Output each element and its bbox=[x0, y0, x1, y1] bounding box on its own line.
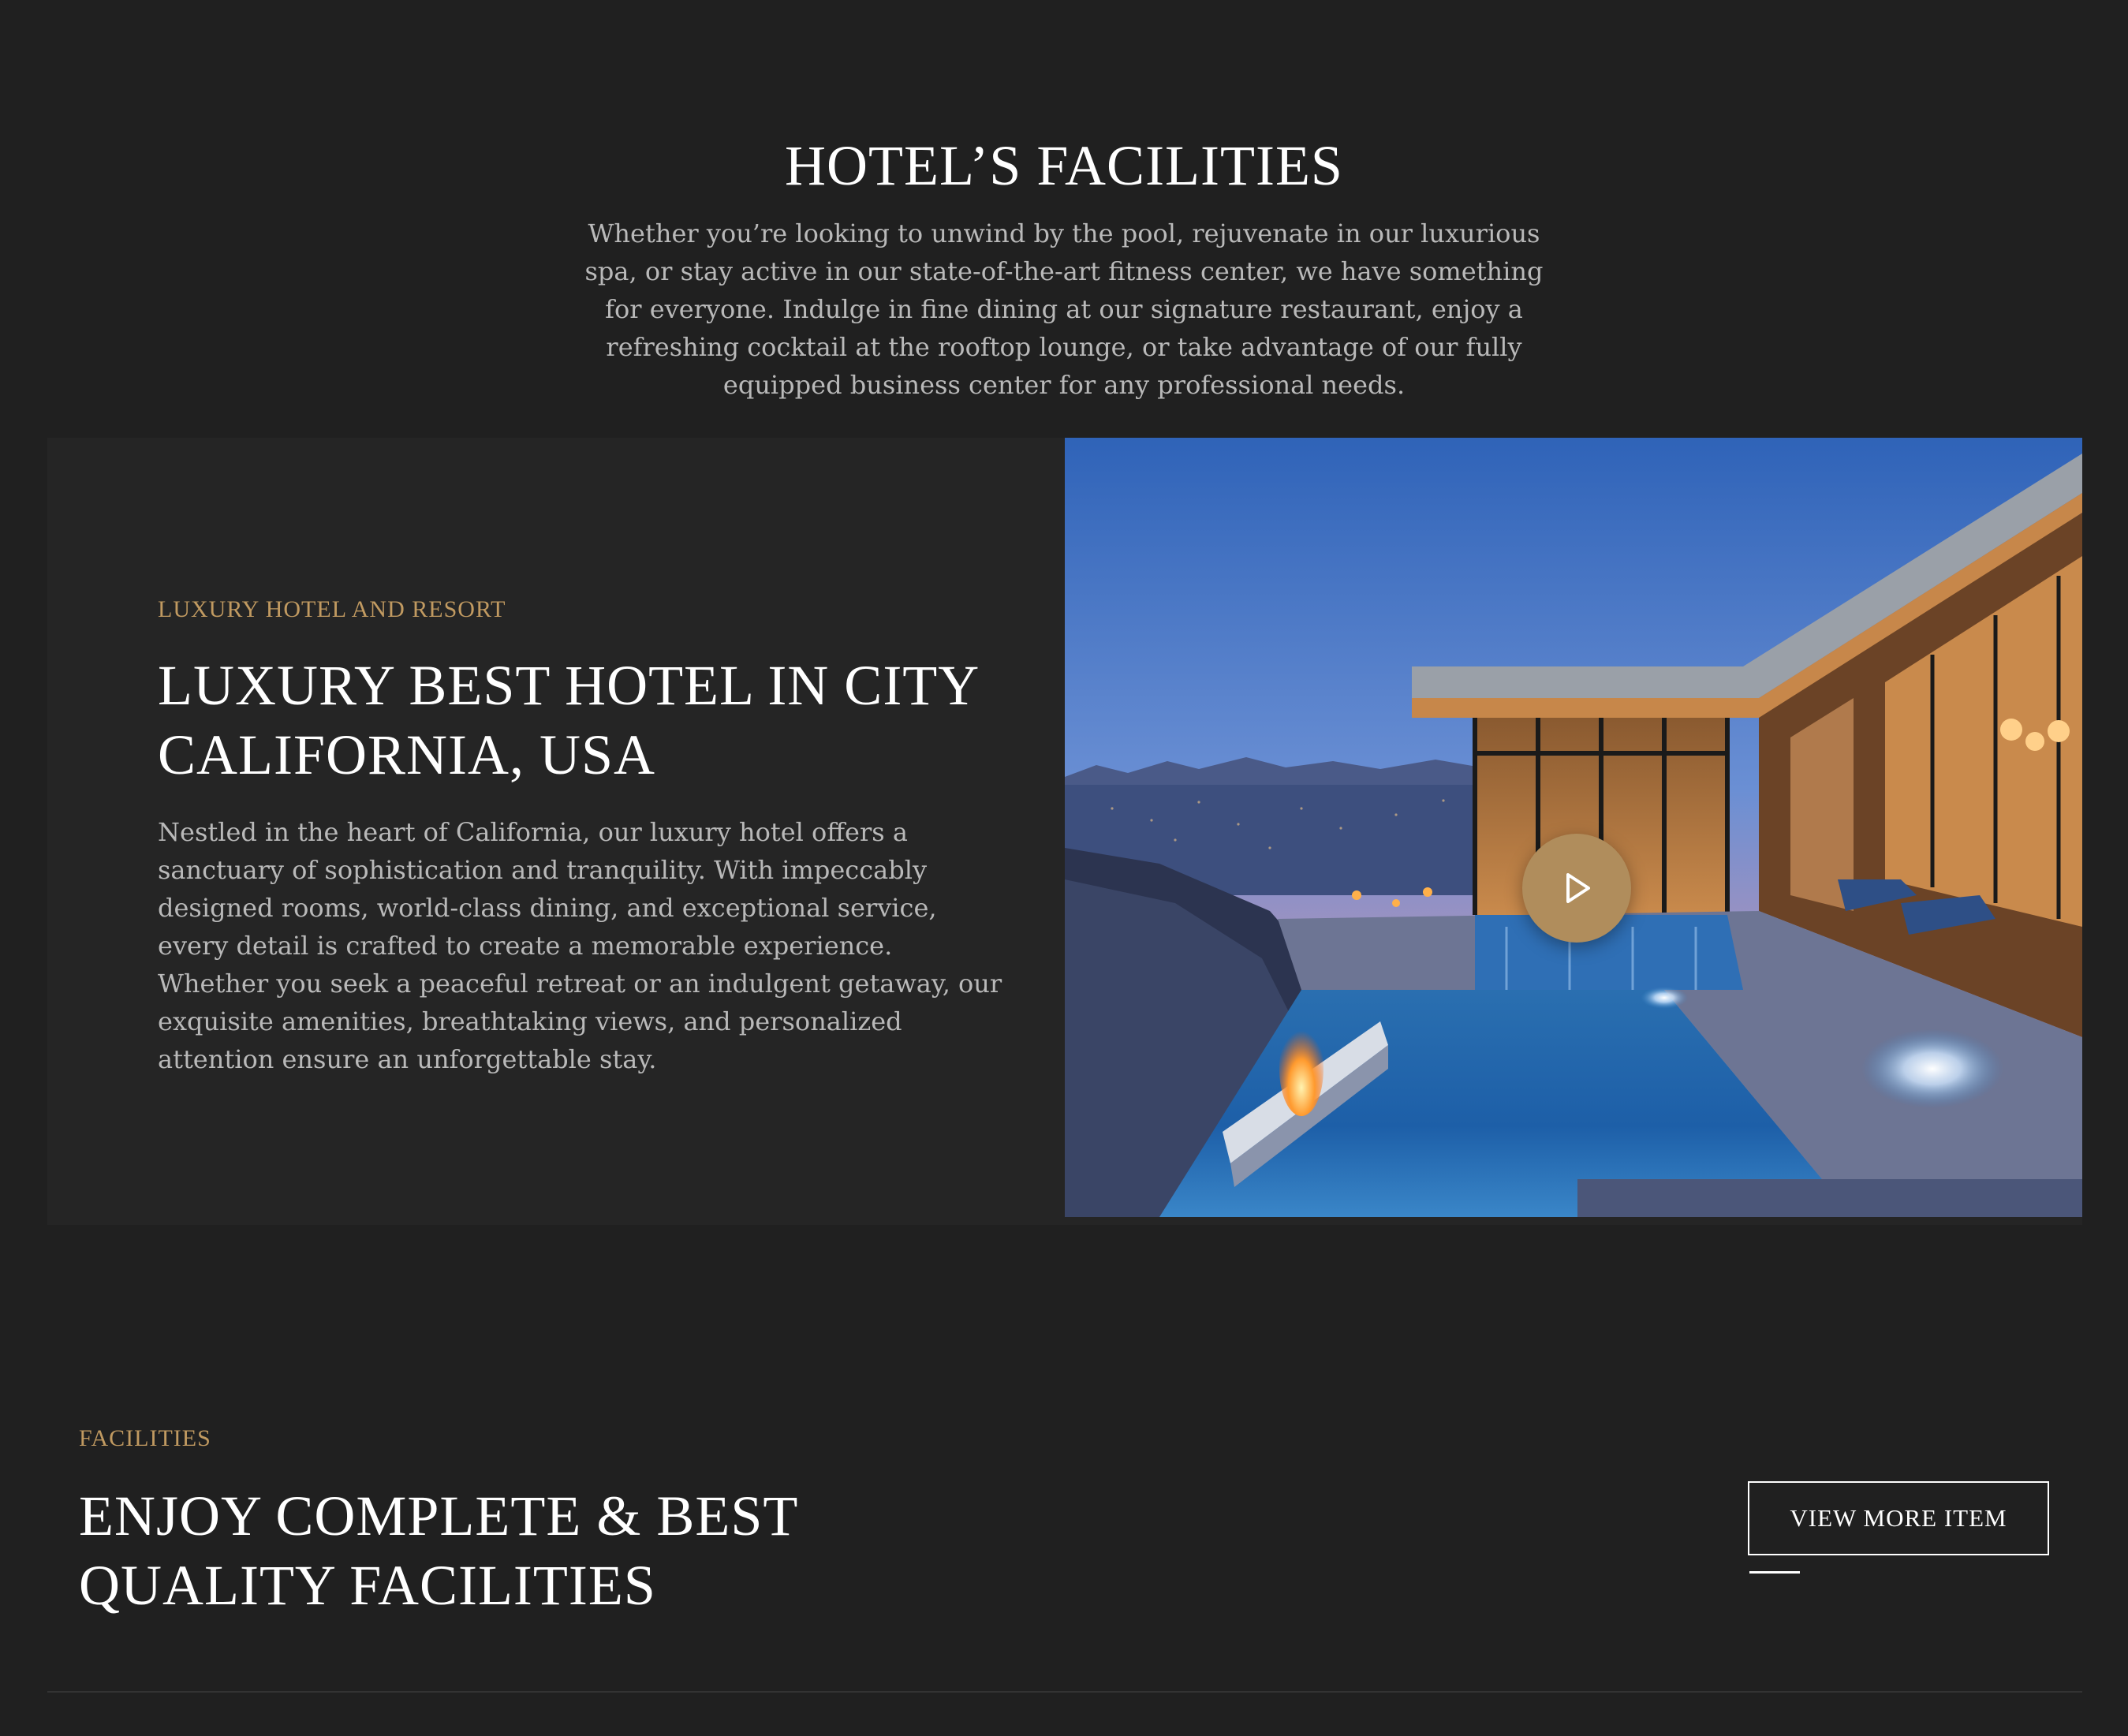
about-description: Nestled in the heart of California, our … bbox=[158, 817, 1002, 1074]
section-title: HOTEL’S FACILITIES bbox=[785, 134, 1343, 197]
facilities-eyebrow: FACILITIES bbox=[79, 1425, 211, 1451]
section-description: Whether you’re looking to unwind by the … bbox=[584, 218, 1544, 400]
about-card: LUXURY HOTEL AND RESORT LUXURY BEST HOTE… bbox=[47, 438, 2082, 1225]
hotel-pool-image bbox=[1065, 438, 2082, 1217]
play-video-button[interactable] bbox=[1522, 834, 1631, 943]
page: HOTEL’S FACILITIES Whether you’re lookin… bbox=[0, 0, 2128, 1736]
about-title: LUXURY BEST HOTEL IN CITY CALIFORNIA, US… bbox=[158, 654, 978, 786]
play-icon bbox=[1566, 873, 1590, 903]
hotel-video-thumbnail[interactable] bbox=[1065, 438, 2082, 1217]
about-eyebrow: LUXURY HOTEL AND RESORT bbox=[158, 596, 506, 622]
facilities-title: ENJOY COMPLETE & BEST QUALITY FACILITIES bbox=[79, 1484, 798, 1617]
button-underline bbox=[1749, 1571, 1800, 1574]
view-more-button[interactable]: VIEW MORE ITEM bbox=[1748, 1481, 2049, 1555]
section-divider bbox=[47, 1691, 2082, 1693]
